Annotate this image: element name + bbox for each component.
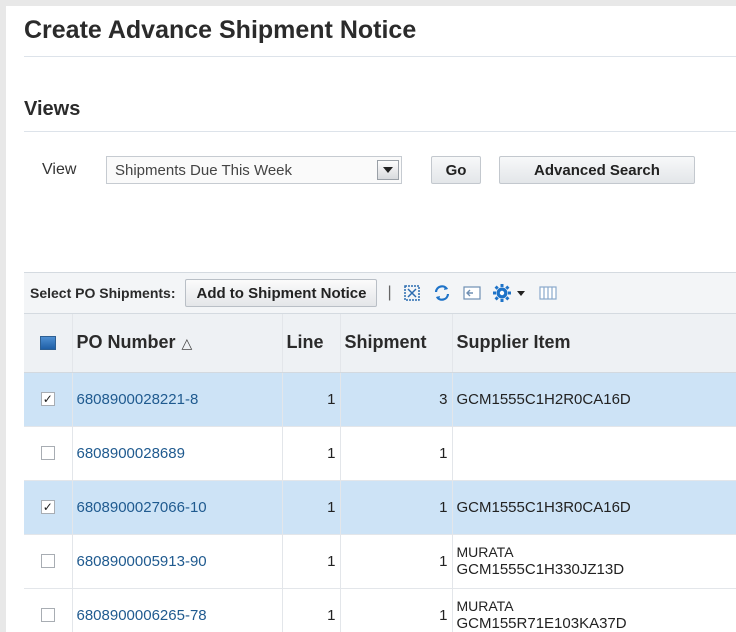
row-select-cell[interactable]: [24, 534, 73, 589]
page-title: Create Advance Shipment Notice: [24, 16, 417, 44]
go-button[interactable]: Go: [431, 156, 481, 184]
supplier-item-line2: GCM1555C1H330JZ13D: [456, 561, 625, 578]
po-number-link[interactable]: 6808900028689: [77, 445, 185, 462]
line-value: 1: [327, 498, 336, 516]
table-row[interactable]: 6808900028689 1 1: [24, 426, 736, 481]
freeze-icon[interactable]: [462, 283, 482, 303]
settings-icon[interactable]: [492, 283, 528, 303]
supplier-item-header-label: Supplier Item: [456, 332, 571, 353]
shipment-value: 1: [439, 444, 448, 462]
shipment-value: 1: [439, 552, 448, 570]
table-row[interactable]: 6808900005913-90 1 1 MURATA GCM1555C1H330JZ1…: [24, 534, 736, 589]
shipment-value: 3: [439, 390, 448, 408]
row-select-cell[interactable]: [24, 426, 73, 481]
shipment-cell: 1: [340, 588, 453, 632]
supplier-item-value: GCM1555C1H2R0CA16D: [456, 390, 631, 408]
po-number-cell[interactable]: 6808900028689: [72, 426, 283, 481]
select-all-checkbox[interactable]: [39, 335, 56, 350]
po-number-link[interactable]: 6808900005913-90: [77, 553, 207, 570]
line-cell: 1: [282, 588, 341, 632]
po-number-header[interactable]: PO Number △: [72, 314, 283, 373]
row-checkbox[interactable]: [40, 554, 55, 568]
table-row[interactable]: 6808900006265-78 1 1 MURATA GCM155R71E103KA3…: [24, 588, 736, 632]
shipment-cell: 1: [340, 480, 453, 535]
shipment-cell: 3: [340, 372, 453, 427]
supplier-item-cell: [452, 426, 736, 481]
view-select-value: Shipments Due This Week: [115, 161, 293, 179]
line-cell: 1: [282, 480, 341, 535]
po-number-link[interactable]: 6808900028221-8: [77, 391, 199, 408]
refresh-icon[interactable]: [432, 283, 452, 303]
supplier-item-value: GCM1555C1H3R0CA16D: [456, 498, 631, 516]
line-value: 1: [327, 606, 336, 624]
chevron-down-icon[interactable]: [377, 160, 399, 180]
po-number-cell[interactable]: 6808900027066-10: [72, 480, 283, 535]
po-number-link[interactable]: 6808900027066-10: [77, 499, 207, 516]
advanced-search-button[interactable]: Advanced Search: [499, 156, 695, 184]
page-frame: Create Advance Shipment Notice Views Vie…: [0, 0, 736, 632]
table-header-row: PO Number △ Line Shipment Supplier Item: [24, 314, 736, 373]
supplier-item-cell: MURATA GCM1555C1H330JZ13D: [452, 534, 736, 589]
row-select-cell[interactable]: [24, 480, 73, 535]
line-header-label: Line: [286, 332, 324, 353]
view-label: View: [42, 161, 77, 178]
line-cell: 1: [282, 372, 341, 427]
po-number-header-label: PO Number: [76, 332, 176, 353]
supplier-item-cell: GCM1555C1H2R0CA16D: [452, 372, 736, 427]
add-to-shipment-notice-button[interactable]: Add to Shipment Notice: [185, 279, 378, 307]
row-checkbox[interactable]: [40, 446, 55, 460]
line-cell: 1: [282, 426, 341, 481]
shipment-cell: 1: [340, 534, 453, 589]
sort-ascending-icon[interactable]: △: [182, 335, 193, 351]
columns-icon[interactable]: [538, 283, 558, 303]
po-number-cell[interactable]: 6808900028221-8: [72, 372, 283, 427]
supplier-item-line2: GCM155R71E103KA37D: [456, 615, 627, 632]
views-divider: [24, 131, 736, 132]
shipment-header[interactable]: Shipment: [340, 314, 453, 373]
shipment-cell: 1: [340, 426, 453, 481]
supplier-item-header[interactable]: Supplier Item: [452, 314, 736, 373]
select-po-shipments-label: Select PO Shipments:: [30, 285, 176, 301]
detach-icon[interactable]: [402, 283, 422, 303]
shipment-header-label: Shipment: [344, 332, 427, 353]
select-all-header[interactable]: [24, 314, 73, 373]
table-toolbar: Select PO Shipments: Add to Shipment Not…: [24, 272, 736, 314]
row-checkbox[interactable]: [40, 608, 55, 622]
supplier-item-cell: MURATA GCM155R71E103KA37D: [452, 588, 736, 632]
view-select[interactable]: Shipments Due This Week: [106, 156, 402, 184]
table-row[interactable]: 6808900027066-10 1 1 GCM1555C1H3R0CA16D: [24, 480, 736, 535]
line-cell: 1: [282, 534, 341, 589]
line-value: 1: [327, 444, 336, 462]
table-row[interactable]: 6808900028221-8 1 3 GCM1555C1H2R0CA16D: [24, 372, 736, 427]
po-number-cell[interactable]: 6808900006265-78: [72, 588, 283, 632]
row-checkbox[interactable]: [40, 500, 55, 514]
row-checkbox[interactable]: [40, 392, 55, 406]
po-number-cell[interactable]: 6808900005913-90: [72, 534, 283, 589]
row-select-cell[interactable]: [24, 372, 73, 427]
toolbar-separator: |: [387, 284, 392, 301]
shipment-value: 1: [439, 498, 448, 516]
line-value: 1: [327, 390, 336, 408]
line-header[interactable]: Line: [282, 314, 341, 373]
title-divider: [24, 56, 736, 57]
supplier-item-cell: GCM1555C1H3R0CA16D: [452, 480, 736, 535]
supplier-item-line1: MURATA: [456, 544, 514, 560]
supplier-item-line1: MURATA: [456, 598, 514, 614]
views-header: Views: [24, 98, 81, 120]
row-select-cell[interactable]: [24, 588, 73, 632]
shipment-value: 1: [439, 606, 448, 624]
line-value: 1: [327, 552, 336, 570]
po-shipments-table: PO Number △ Line Shipment Supplier Item 6…: [24, 314, 736, 632]
po-number-link[interactable]: 6808900006265-78: [77, 607, 207, 624]
